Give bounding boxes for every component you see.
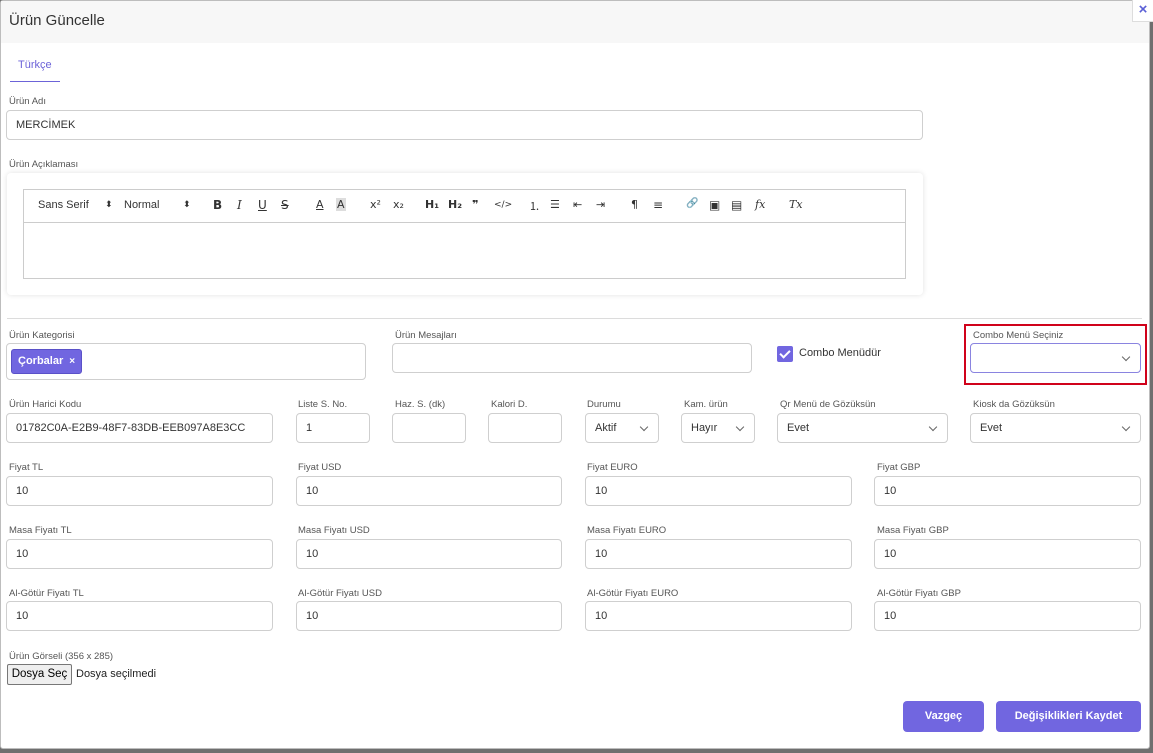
update-product-modal: Ürün Güncelle Türkçe Ürün Adı MERCİMEK Ü… (0, 0, 1150, 749)
rich-text-editor: Sans Serif ⬍ Normal ⬍ B I U S A A x² x₂ … (7, 173, 923, 295)
combo-menu-checkbox[interactable] (777, 346, 793, 362)
table-price-usd-label: Masa Fiyatı USD (298, 525, 370, 536)
bullet-list-icon[interactable]: ☰ (550, 198, 560, 211)
modal-title: Ürün Güncelle (1, 1, 1149, 43)
superscript-icon[interactable]: x² (370, 198, 381, 211)
ordered-list-icon[interactable]: ⒈ (529, 198, 540, 214)
subscript-icon[interactable]: x₂ (393, 198, 404, 211)
italic-icon[interactable]: I (237, 198, 242, 212)
outdent-icon[interactable]: ⇤ (573, 198, 582, 211)
price-euro-input[interactable]: 10 (585, 476, 852, 506)
qr-menu-label: Qr Menü de Gözüksün (780, 399, 876, 410)
blockquote-icon[interactable]: ❞ (472, 198, 478, 211)
text-direction-icon[interactable]: ¶ (631, 198, 638, 211)
cancel-button[interactable]: Vazgeç (903, 701, 984, 732)
indent-icon[interactable]: ⇥ (596, 198, 605, 211)
font-family-select[interactable]: Sans Serif (38, 199, 89, 211)
clear-format-icon[interactable]: Tx (789, 198, 803, 211)
save-changes-button[interactable]: Değişiklikleri Kaydet (996, 701, 1141, 732)
campaign-select[interactable]: Hayır (681, 413, 755, 443)
price-gbp-label: Fiyat GBP (877, 462, 921, 473)
text-color-icon[interactable]: A (316, 198, 324, 211)
font-size-select[interactable]: Normal (124, 199, 159, 211)
prep-time-label: Haz. S. (dk) (395, 399, 446, 410)
category-chip-label: Çorbalar (18, 355, 64, 367)
list-no-input[interactable]: 1 (296, 413, 370, 443)
campaign-label: Kam. ürün (684, 399, 728, 410)
table-price-tl-input[interactable]: 10 (6, 539, 273, 569)
kiosk-select[interactable]: Evet (970, 413, 1141, 443)
image-icon[interactable]: ▣ (709, 198, 720, 212)
category-chip: Çorbalar × (11, 349, 83, 374)
product-name-input[interactable]: MERCİMEK (6, 110, 923, 140)
takeaway-price-usd-input[interactable]: 10 (296, 601, 562, 631)
table-price-euro-input[interactable]: 10 (585, 539, 852, 569)
price-gbp-input[interactable]: 10 (874, 476, 1141, 506)
chip-remove-icon[interactable]: × (69, 356, 75, 367)
kiosk-label: Kiosk da Gözüksün (973, 399, 1055, 410)
section-divider (7, 318, 1142, 319)
prep-time-input[interactable] (392, 413, 466, 443)
takeaway-price-gbp-input[interactable]: 10 (874, 601, 1141, 631)
category-multiselect[interactable]: Çorbalar × (6, 343, 366, 380)
messages-input[interactable] (392, 343, 752, 373)
align-icon[interactable]: ≡ (653, 198, 663, 212)
choose-file-button[interactable]: Dosya Seç (7, 664, 72, 685)
underline-icon[interactable]: U (258, 198, 267, 212)
heading1-icon[interactable]: H₁ (425, 198, 439, 211)
file-status-text: Dosya seçilmedi (76, 668, 157, 680)
description-label: Ürün Açıklaması (9, 159, 79, 170)
table-price-gbp-label: Masa Fiyatı GBP (877, 525, 949, 536)
table-price-gbp-input[interactable]: 10 (874, 539, 1141, 569)
combo-menu-checkbox-label: Combo Menüdür (799, 347, 881, 359)
price-tl-label: Fiyat TL (9, 462, 44, 473)
price-tl-input[interactable]: 10 (6, 476, 273, 506)
calorie-label: Kalori D. (491, 399, 528, 410)
calorie-input[interactable] (488, 413, 562, 443)
heading2-icon[interactable]: H₂ (448, 198, 462, 211)
close-icon[interactable]: × (1132, 0, 1153, 22)
size-select-arrows-icon: ⬍ (183, 200, 191, 210)
qr-menu-select[interactable]: Evet (777, 413, 948, 443)
font-select-arrows-icon: ⬍ (105, 200, 113, 210)
price-usd-input[interactable]: 10 (296, 476, 562, 506)
external-code-label: Ürün Harici Kodu (9, 399, 82, 410)
messages-label: Ürün Mesajları (395, 330, 457, 341)
category-label: Ürün Kategorisi (9, 330, 75, 341)
status-select[interactable]: Aktif (585, 413, 659, 443)
video-icon[interactable]: ▤ (731, 198, 742, 212)
strikethrough-icon[interactable]: S (281, 198, 289, 212)
code-block-icon[interactable]: </> (494, 200, 512, 210)
product-name-label: Ürün Adı (9, 96, 46, 107)
highlight-box (964, 324, 1147, 385)
tab-turkish[interactable]: Türkçe (10, 59, 60, 82)
list-no-label: Liste S. No. (298, 399, 348, 410)
takeaway-price-tl-input[interactable]: 10 (6, 601, 273, 631)
bold-icon[interactable]: B (213, 198, 222, 212)
background-color-icon[interactable]: A (336, 198, 346, 211)
table-price-tl-label: Masa Fiyatı TL (9, 525, 72, 536)
editor-toolbar: Sans Serif ⬍ Normal ⬍ B I U S A A x² x₂ … (23, 189, 906, 223)
image-label: Ürün Görseli (356 x 285) (9, 651, 114, 662)
external-code-input[interactable]: 01782C0A-E2B9-48F7-83DB-EEB097A8E3CC (6, 413, 273, 443)
price-usd-label: Fiyat USD (298, 462, 342, 473)
takeaway-price-usd-label: Al-Götür Fiyatı USD (298, 588, 382, 599)
takeaway-price-tl-label: Al-Götür Fiyatı TL (9, 588, 84, 599)
table-price-usd-input[interactable]: 10 (296, 539, 562, 569)
takeaway-price-euro-label: Al-Götür Fiyatı EURO (587, 588, 679, 599)
table-price-euro-label: Masa Fiyatı EURO (587, 525, 667, 536)
takeaway-price-euro-input[interactable]: 10 (585, 601, 852, 631)
editor-content-area[interactable] (23, 222, 906, 279)
status-label: Durumu (587, 399, 621, 410)
price-euro-label: Fiyat EURO (587, 462, 638, 473)
takeaway-price-gbp-label: Al-Götür Fiyatı GBP (877, 588, 961, 599)
formula-icon[interactable]: fx (755, 198, 765, 211)
link-icon[interactable]: 🔗 (686, 198, 698, 209)
